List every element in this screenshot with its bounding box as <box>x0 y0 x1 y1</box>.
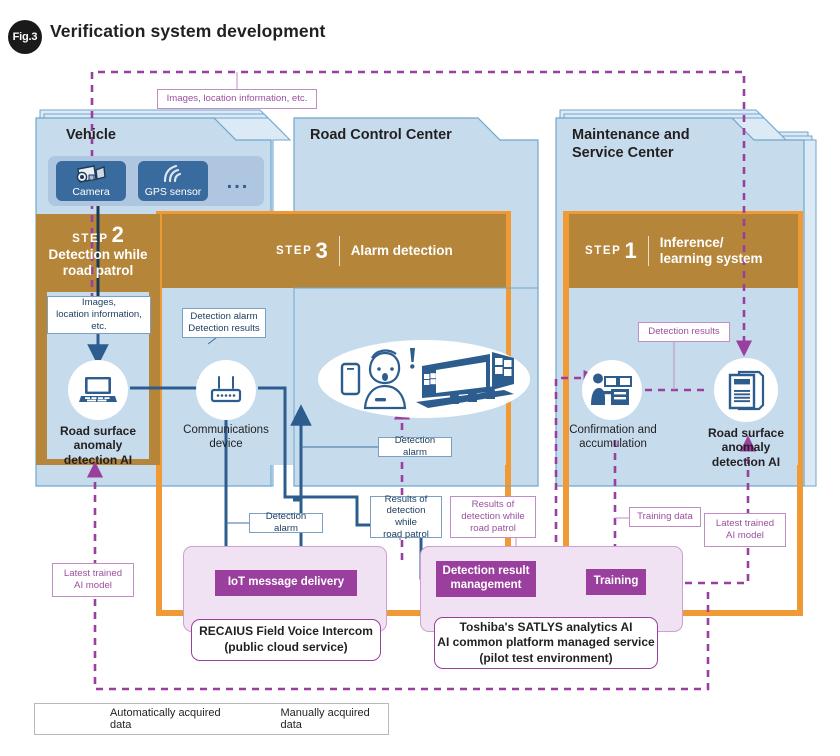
service-chip-training[interactable]: Training <box>586 569 646 595</box>
diagram-canvas: Fig.3 Verification system development Ve… <box>0 0 840 756</box>
callout-training-data: Training data <box>629 507 701 527</box>
node-caption-comms: Communications device <box>183 424 269 450</box>
wifi-signal-icon <box>163 164 182 182</box>
step-band-2: STEP 2 Detection while road patrol <box>36 216 160 286</box>
device-label-gps: GPS sensor <box>144 185 202 198</box>
person-at-desk-icon <box>591 373 632 405</box>
legend-label-auto: Automatically acquired data <box>109 707 221 731</box>
panel-title-vehicle: Vehicle <box>66 127 116 143</box>
node-center-ai-icon-circle <box>714 358 778 422</box>
node-vehicle-ai-icon-circle <box>68 360 128 420</box>
node-caption-vehicle-ai: Road surface anomaly detection AI <box>59 424 137 467</box>
step-1-label: Inference/ learning system <box>659 235 763 266</box>
callout-detection-alarm-center: Detection alarm <box>378 435 452 458</box>
device-label-camera: Camera <box>72 185 110 198</box>
service-note-satlys: Toshiba's SATLYS analytics AI AI common … <box>434 617 658 669</box>
node-confirmation-icon-circle <box>582 360 642 420</box>
step-1-word: STEP <box>585 245 622 257</box>
callout-images-location-top: Images, location information, etc. <box>157 89 317 109</box>
callout-detection-results-right: Detection results <box>638 322 730 342</box>
node-comms-icon-circle <box>196 360 256 420</box>
documents-icon <box>728 370 765 411</box>
callout-results-patrol-purple: Results of detection while road patrol <box>450 496 536 538</box>
step-band-3: STEP 3 Alarm detection <box>276 234 453 268</box>
step-1-number: 1 <box>624 238 637 263</box>
step-3-label: Alarm detection <box>350 243 453 259</box>
service-chip-detection-result-management[interactable]: Detection result management <box>436 561 536 597</box>
step-1-separator <box>647 236 649 266</box>
callout-latest-model-right: Latest trained AI model <box>704 513 786 547</box>
panel-title-maintenance: Maintenance and Service Center <box>572 127 690 162</box>
device-chip-gps[interactable]: GPS sensor <box>138 161 208 201</box>
step-band-1: STEP 1 Inference/ learning system <box>585 234 762 268</box>
ellipsis-icon: ... <box>226 170 250 193</box>
node-caption-center-ai: Road surface anomaly detection AI <box>707 426 785 469</box>
laptop-icon <box>79 377 117 402</box>
step-3-number: 3 <box>315 238 328 263</box>
callout-latest-model-left: Latest trained AI model <box>52 563 134 597</box>
panel-title-road-control-center: Road Control Center <box>310 127 452 143</box>
step-3-separator <box>338 236 340 266</box>
step-3-word: STEP <box>276 245 313 257</box>
router-icon <box>210 376 242 403</box>
legend: Automatically acquired data Manually acq… <box>34 703 389 735</box>
step-2-number: 2 <box>111 221 124 247</box>
device-chip-camera[interactable]: Camera <box>56 161 126 201</box>
video-camera-icon <box>76 164 106 183</box>
service-note-recaius: RECAIUS Field Voice Intercom (public clo… <box>191 619 381 661</box>
legend-label-manual: Manually acquired data <box>280 707 370 731</box>
callout-results-patrol-blue: Results of detection while road patrol <box>370 494 442 540</box>
operator-control-room-icon <box>340 348 514 410</box>
callout-alarm-results: Detection alarm Detection results <box>182 308 266 338</box>
callout-detection-alarm-iot: Detection alarm <box>249 511 323 534</box>
device-chip-more[interactable]: ... <box>216 168 260 196</box>
step-2-label: Detection while road patrol <box>48 246 148 278</box>
step-2-word: STEP <box>72 232 109 245</box>
node-operator-scene <box>318 340 530 418</box>
node-caption-confirmation: Confirmation and accumulation <box>569 424 657 450</box>
callout-images-location-left: Images, location information, etc. <box>47 296 151 334</box>
service-chip-iot-message-delivery[interactable]: IoT message delivery <box>215 570 357 596</box>
